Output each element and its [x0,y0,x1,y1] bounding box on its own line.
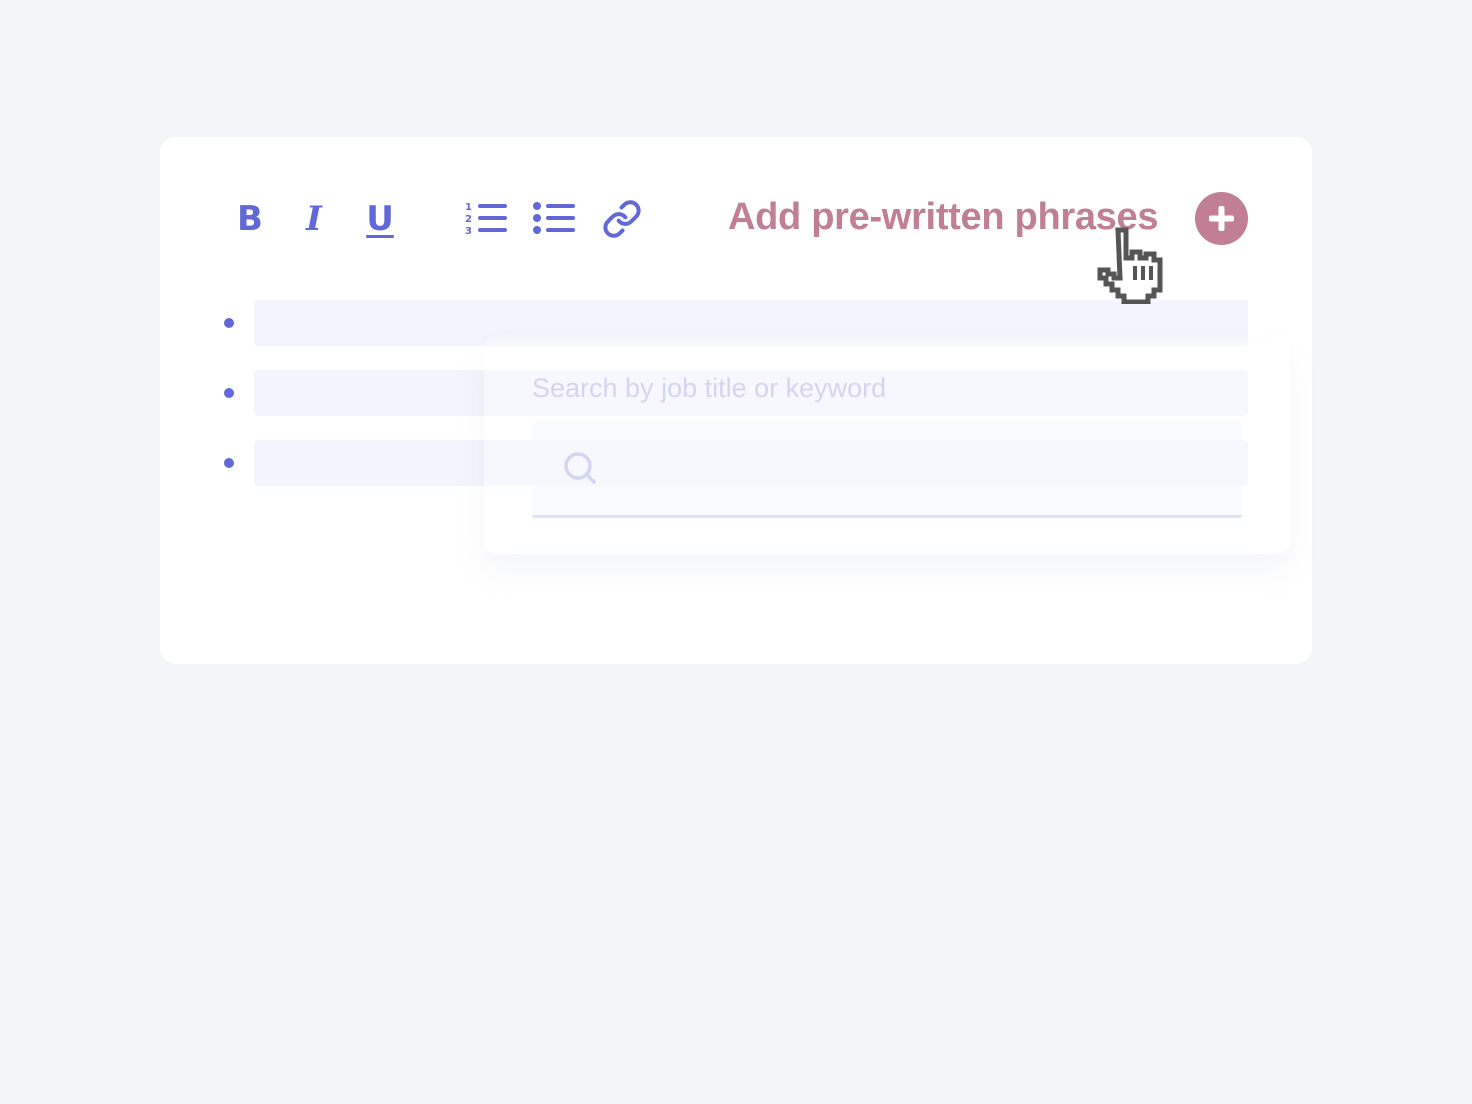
bullet-dot [224,388,234,398]
bold-button[interactable]: B [230,196,270,242]
hand-pointer-cursor-icon [1097,227,1163,304]
numbered-list-button[interactable]: 1 2 3 [462,196,510,242]
bulleted-list-icon [533,202,575,234]
numbered-list-icon: 1 2 3 [465,202,507,237]
italic-label: I [306,199,322,239]
underline-button[interactable]: U [360,196,400,242]
link-button[interactable] [600,196,644,242]
add-phrases-button[interactable] [1195,192,1248,245]
bullet-dot [224,318,234,328]
phrase-search-input[interactable] [532,420,1242,518]
svg-text:1: 1 [465,202,472,213]
italic-button[interactable]: I [294,196,334,242]
popup-search-label: Search by job title or keyword [532,373,887,403]
bold-label: B [237,199,263,239]
link-icon [603,200,641,238]
svg-text:2: 2 [465,214,472,225]
svg-text:3: 3 [465,226,472,237]
underline-label: U [366,199,394,239]
plus-icon [1209,206,1234,231]
search-icon [564,452,596,484]
bullet-dot [224,458,234,468]
bulleted-list-button[interactable] [530,196,578,242]
